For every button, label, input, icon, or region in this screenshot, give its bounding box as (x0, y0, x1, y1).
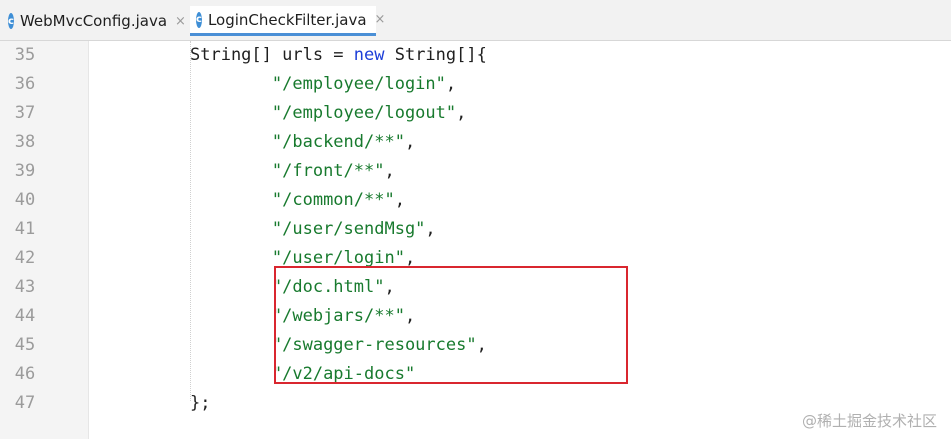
code-line: 35 String[] urls = new String[]{ (0, 41, 951, 70)
editor-tab-bar: c WebMvcConfig.java × c LoginCheckFilter… (0, 0, 951, 41)
close-icon[interactable]: × (175, 14, 186, 29)
code-text: "/employee/logout", (190, 99, 466, 128)
code-token-tail: , (394, 190, 405, 210)
watermark: @稀土掘金技术社区 (801, 412, 937, 430)
code-token-pre (190, 132, 272, 152)
code-text: String[] urls = new String[]{ (190, 41, 487, 70)
code-token-pre (190, 190, 272, 210)
line-number: 39 (14, 161, 36, 181)
code-line: 40 "/common/**", (0, 186, 951, 215)
line-number: 45 (14, 335, 36, 355)
code-token-tail: , (404, 132, 416, 152)
code-line: 41 "/user/sendMsg", (0, 215, 951, 244)
code-text: "/user/sendMsg", (190, 215, 436, 244)
highlight-box (274, 266, 628, 384)
code-token-pre (190, 306, 272, 326)
line-number: 44 (14, 306, 36, 326)
close-icon[interactable]: × (375, 12, 386, 27)
code-text: }; (190, 389, 210, 418)
code-token-pre (190, 219, 272, 239)
line-number: 36 (14, 74, 36, 94)
code-token-pre (190, 277, 272, 297)
code-token-pre (190, 248, 272, 268)
code-token-str: "/user/login" (271, 248, 405, 268)
code-line: 38 "/backend/**", (0, 128, 951, 157)
tab-label: WebMvcConfig.java (19, 12, 168, 30)
code-token-post: String[]{ (384, 45, 487, 65)
code-line: 39 "/front/**", (0, 157, 951, 186)
code-token-tail: , (456, 103, 467, 123)
code-token-str: "/employee/logout" (271, 103, 457, 123)
code-token-pre (190, 103, 272, 123)
java-class-icon: c (196, 11, 202, 28)
code-token-pre (190, 74, 272, 94)
line-number: 42 (14, 248, 36, 268)
code-token-pre (190, 161, 272, 181)
line-number: 43 (14, 277, 36, 297)
line-number: 46 (14, 364, 36, 384)
tab-logincheckfilter[interactable]: c LoginCheckFilter.java × (190, 6, 385, 36)
code-token-tail: , (384, 161, 395, 181)
code-token-str: "/user/sendMsg" (271, 219, 426, 239)
tab-label: LoginCheckFilter.java (207, 10, 367, 29)
code-token-pre: String[] urls = (190, 45, 354, 65)
code-line: 36 "/employee/login", (0, 70, 951, 99)
line-number: 38 (14, 132, 36, 152)
code-token-str: "/common/**" (271, 190, 395, 210)
line-number: 41 (14, 219, 36, 239)
code-token-tail: , (404, 248, 416, 268)
code-token-str: "/front/**" (271, 161, 385, 181)
code-token-pre (190, 335, 272, 355)
code-editor[interactable]: 35 String[] urls = new String[]{36 "/empl… (0, 41, 951, 439)
code-line: 37 "/employee/logout", (0, 99, 951, 128)
code-token-kw: new (353, 45, 385, 65)
code-text: "/backend/**", (190, 128, 415, 157)
java-class-icon: c (8, 13, 14, 29)
code-token-tail: , (445, 74, 457, 94)
line-number: 47 (14, 393, 36, 413)
code-token-tail: , (425, 219, 436, 239)
code-token-str: "/backend/**" (271, 132, 405, 152)
line-number: 35 (14, 45, 36, 65)
code-text: "/front/**", (190, 157, 395, 186)
line-number: 37 (14, 103, 36, 123)
code-token-str: "/employee/login" (271, 74, 446, 94)
code-token-pre (190, 364, 272, 384)
code-text: "/common/**", (190, 186, 405, 215)
tab-webmvcconfig[interactable]: c WebMvcConfig.java × (8, 6, 186, 36)
code-token-pre: }; (190, 393, 211, 413)
line-number: 40 (14, 190, 36, 210)
code-text: "/employee/login", (190, 70, 456, 99)
